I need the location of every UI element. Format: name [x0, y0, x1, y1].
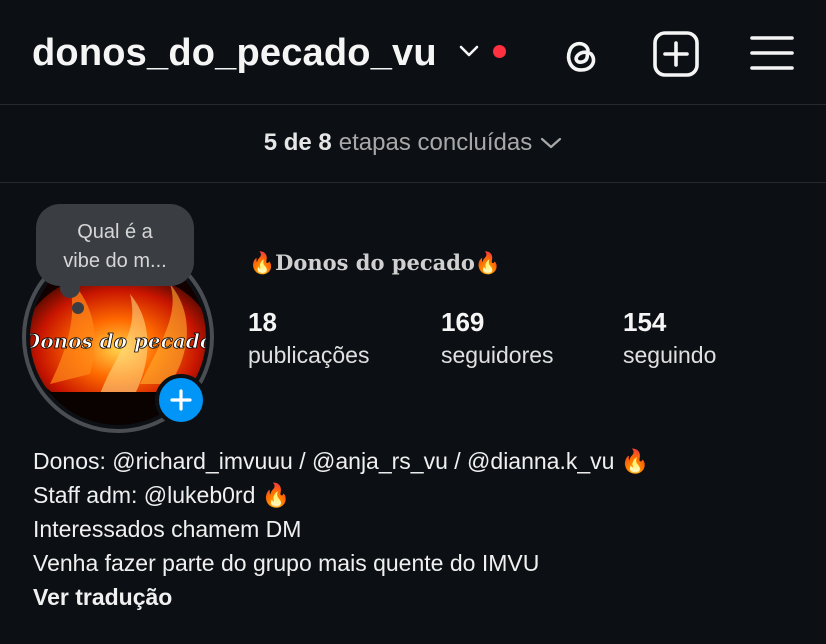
new-post-icon[interactable] [652, 30, 700, 78]
notification-dot [493, 45, 506, 58]
stat-followers[interactable]: 169 seguidores [441, 307, 554, 369]
menu-icon[interactable] [750, 34, 794, 72]
note-text-line1: Qual é a [77, 221, 153, 243]
steps-done-count: 5 de 8 [263, 129, 332, 156]
avatar-logo-text: Donos do pecado [22, 329, 213, 353]
add-story-button[interactable] [155, 374, 207, 426]
following-count: 154 [623, 307, 667, 337]
add-story-icon [170, 389, 192, 411]
chevron-down-icon[interactable] [540, 136, 562, 150]
bio-line: Interessados chamem DM [33, 516, 302, 542]
following-label: seguindo [623, 342, 717, 368]
posts-label: publicações [248, 342, 370, 368]
followers-label: seguidores [441, 342, 554, 368]
posts-count: 18 [248, 307, 277, 337]
note-text-line2: vibe do m... [63, 250, 167, 272]
stat-posts[interactable]: 18 publicações [248, 307, 369, 369]
chevron-down-icon[interactable] [458, 44, 480, 58]
steps-label: etapas concluídas [338, 129, 533, 156]
note-bubble[interactable]: Qual é a vibe do m... [36, 204, 194, 286]
stat-following[interactable]: 154 seguindo [623, 307, 716, 369]
profile-bio: Donos: @richard_imvuuu / @anja_rs_vu / @… [33, 444, 649, 614]
bio-line: Donos: @richard_imvuuu / @anja_rs_vu / @… [33, 448, 650, 474]
bio-line: Venha fazer parte do grupo mais quente d… [33, 550, 540, 576]
bio-line: Staff adm: @lukeb0rd 🔥 [33, 482, 291, 508]
note-bubble-tail [60, 278, 80, 298]
account-username[interactable]: donos_do_pecado_vu [32, 32, 437, 75]
note-bubble-tail-small [72, 302, 84, 314]
see-translation-link[interactable]: Ver tradução [33, 580, 649, 614]
top-bar: donos_do_pecado_vu [0, 0, 826, 105]
threads-icon[interactable] [556, 30, 604, 78]
onboarding-steps-banner[interactable]: 5 de 8 etapas concluídas [0, 104, 826, 183]
profile-display-name: 🔥Donos do pecado🔥 [249, 250, 502, 275]
followers-count: 169 [441, 307, 485, 337]
